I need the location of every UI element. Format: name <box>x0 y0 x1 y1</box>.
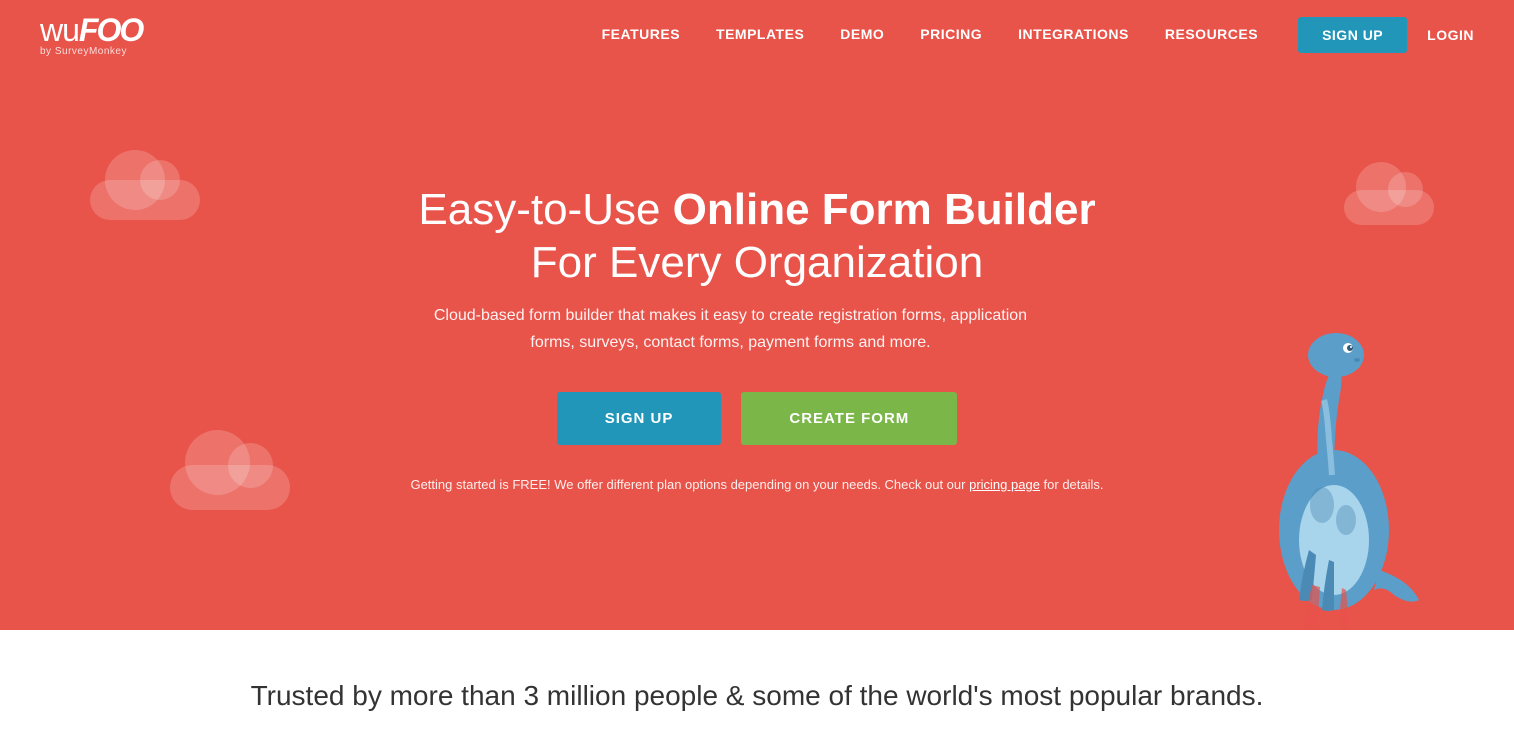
nav-item-templates[interactable]: TEMPLATES <box>716 26 804 44</box>
nav-item-integrations[interactable]: INTEGRATIONS <box>1018 26 1129 44</box>
dinosaur-illustration <box>1234 310 1434 630</box>
hero-section: Easy-to-Use Online Form Builder For Ever… <box>0 70 1514 630</box>
nav-signup-button[interactable]: SIGN UP <box>1298 17 1407 53</box>
nav-item-demo[interactable]: DEMO <box>840 26 884 44</box>
trust-title: Trusted by more than 3 million people & … <box>40 680 1474 712</box>
hero-content: Easy-to-Use Online Form Builder For Ever… <box>410 184 1103 496</box>
hero-buttons: SIGN UP CREATE FORM <box>410 392 1103 445</box>
hero-subtitle: Cloud-based form builder that makes it e… <box>410 302 1050 356</box>
trust-section: Trusted by more than 3 million people & … <box>0 630 1514 742</box>
pricing-page-link[interactable]: pricing page <box>969 477 1040 492</box>
nav-item-pricing[interactable]: PRICING <box>920 26 982 44</box>
navbar: wuFOO by SurveyMonkey FEATURES TEMPLATES… <box>0 0 1514 70</box>
nav-item-resources[interactable]: RESOURCES <box>1165 26 1258 44</box>
nav-links: FEATURES TEMPLATES DEMO PRICING INTEGRAT… <box>602 26 1258 44</box>
logo[interactable]: wuFOO by SurveyMonkey <box>40 14 142 57</box>
cloud-decoration-3 <box>1344 190 1434 225</box>
hero-signup-button[interactable]: SIGN UP <box>557 392 722 445</box>
logo-text: wuFOO <box>40 14 142 46</box>
cloud-decoration-1 <box>90 180 200 220</box>
cloud-decoration-2 <box>170 465 290 510</box>
nav-item-features[interactable]: FEATURES <box>602 26 680 44</box>
logo-subtitle: by SurveyMonkey <box>40 46 142 57</box>
nav-login-button[interactable]: LOGIN <box>1427 27 1474 43</box>
hero-title: Easy-to-Use Online Form Builder For Ever… <box>410 184 1103 290</box>
hero-note: Getting started is FREE! We offer differ… <box>410 475 1103 496</box>
hero-create-form-button[interactable]: CREATE FORM <box>741 392 957 445</box>
